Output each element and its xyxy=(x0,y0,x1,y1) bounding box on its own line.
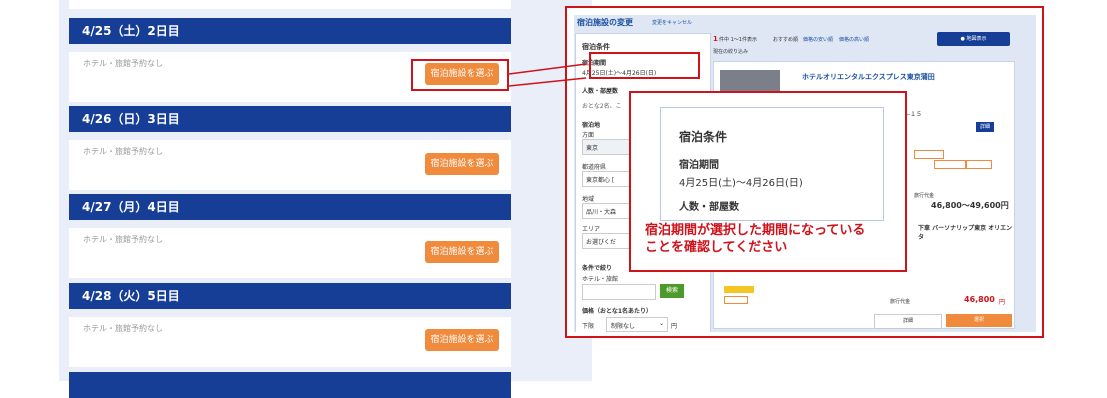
connector-line-button-lower xyxy=(508,77,587,87)
connector-line-button xyxy=(508,63,587,75)
connector-lines xyxy=(508,63,587,87)
